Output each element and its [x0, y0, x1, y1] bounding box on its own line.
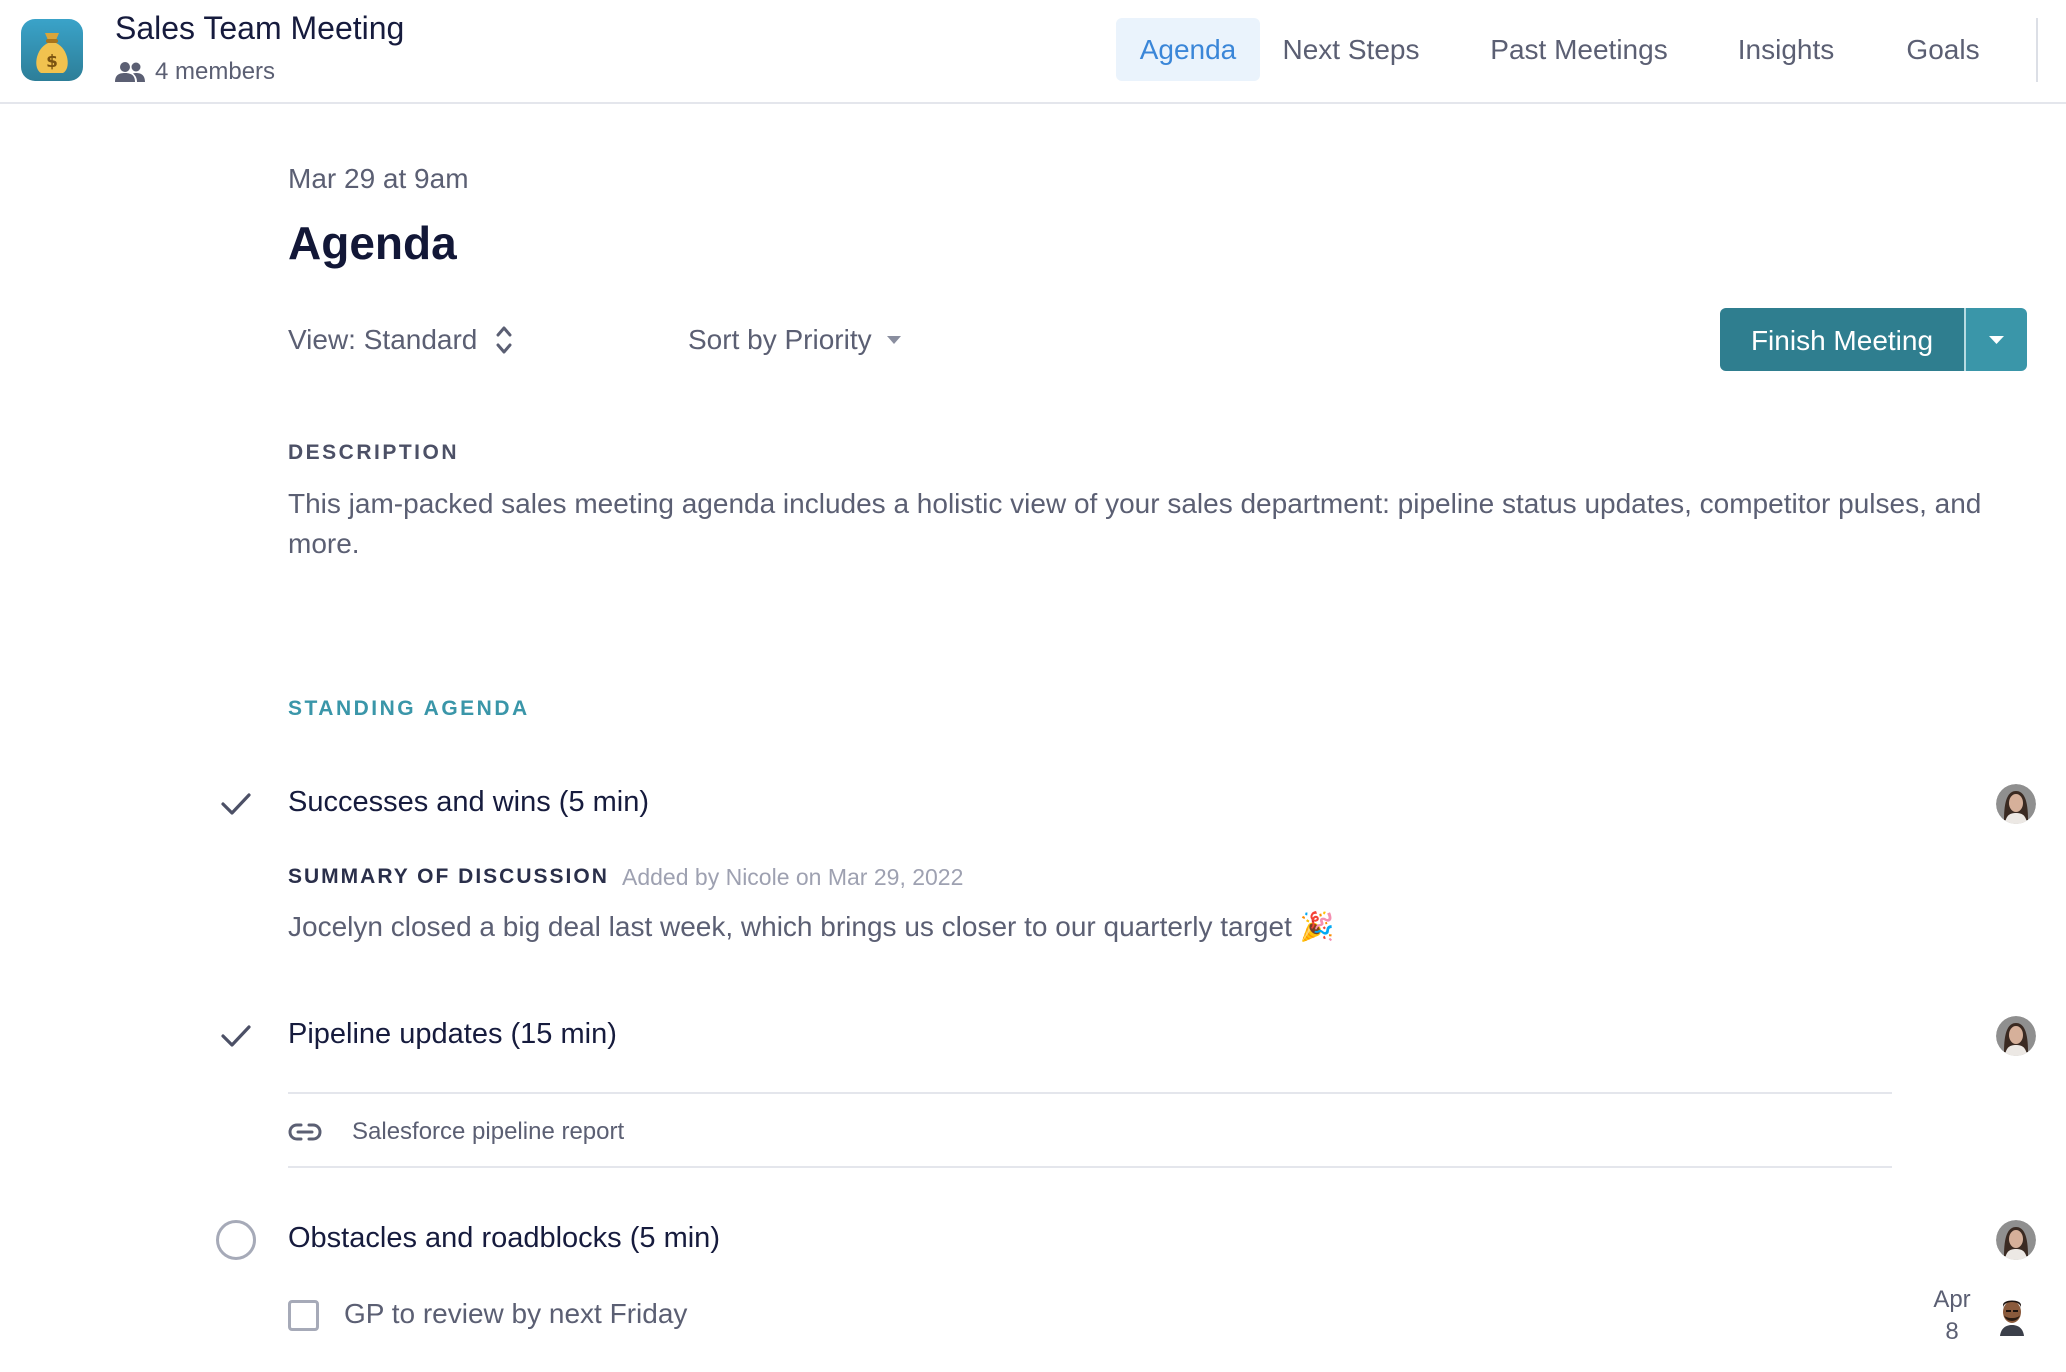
- agenda-item-title[interactable]: Successes and wins (5 min): [288, 786, 649, 819]
- finish-options-button[interactable]: [1966, 308, 2027, 371]
- circle-icon[interactable]: [216, 1220, 256, 1260]
- tab-goals[interactable]: Goals: [1898, 18, 1988, 81]
- tab-next-steps[interactable]: Next Steps: [1280, 18, 1422, 81]
- sort-selector[interactable]: Sort by Priority: [688, 318, 902, 362]
- due-day: 8: [1945, 1318, 1959, 1345]
- tab-past-meetings[interactable]: Past Meetings: [1486, 18, 1672, 81]
- members-label: 4 members: [155, 58, 276, 85]
- summary-meta: Added by Nicole on Mar 29, 2022: [622, 864, 964, 890]
- divider: [288, 1092, 1892, 1094]
- divider: [288, 1166, 1892, 1168]
- due-month: Apr: [1933, 1286, 1971, 1313]
- task-checkbox[interactable]: [288, 1300, 319, 1331]
- page-title: Agenda: [288, 217, 457, 269]
- assignee-avatar[interactable]: [1994, 1296, 2030, 1336]
- check-icon[interactable]: [218, 786, 254, 822]
- svg-text:$: $: [46, 52, 58, 72]
- avatar[interactable]: [1996, 1016, 2036, 1056]
- description-text: This jam-packed sales meeting agenda inc…: [288, 488, 1982, 559]
- agenda-item-title[interactable]: Pipeline updates (15 min): [288, 1018, 617, 1051]
- standing-agenda-label: STANDING AGENDA: [288, 697, 530, 720]
- sort-label: Sort by Priority: [688, 324, 872, 355]
- agenda-item-title[interactable]: Obstacles and roadblocks (5 min): [288, 1222, 720, 1255]
- money-bag-icon[interactable]: $: [21, 19, 83, 81]
- people-icon: [115, 62, 145, 82]
- task-text[interactable]: GP to review by next Friday: [344, 1298, 687, 1330]
- summary-text[interactable]: Jocelyn closed a big deal last week, whi…: [288, 910, 1335, 943]
- link-icon: [288, 1123, 322, 1141]
- team-title: Sales Team Meeting: [115, 10, 405, 46]
- caret-down-icon: [886, 336, 901, 344]
- summary-label: SUMMARY OF DISCUSSION: [288, 865, 609, 888]
- members-count[interactable]: 4 members: [115, 56, 275, 88]
- finish-meeting-button[interactable]: Finish Meeting: [1720, 308, 1964, 371]
- due-date[interactable]: Apr 8: [1920, 1284, 1984, 1348]
- view-label: View: Standard: [288, 324, 478, 355]
- meeting-date: Mar 29 at 9am: [288, 163, 469, 194]
- description-label: DESCRIPTION: [288, 441, 460, 464]
- avatar[interactable]: [1996, 784, 2036, 824]
- caret-down-icon: [1989, 336, 2004, 344]
- header-divider: [2036, 18, 2038, 82]
- view-selector[interactable]: View: Standard: [288, 318, 513, 362]
- attachment-link[interactable]: Salesforce pipeline report: [288, 1110, 624, 1154]
- top-bar: $ Sales Team Meeting 4 members Agenda Ne…: [0, 0, 2066, 104]
- check-icon[interactable]: [218, 1018, 254, 1054]
- tab-agenda[interactable]: Agenda: [1116, 18, 1260, 81]
- chevron-up-down-icon: [496, 326, 512, 354]
- avatar[interactable]: [1996, 1220, 2036, 1260]
- tab-insights[interactable]: Insights: [1736, 18, 1836, 81]
- link-text: Salesforce pipeline report: [352, 1118, 625, 1145]
